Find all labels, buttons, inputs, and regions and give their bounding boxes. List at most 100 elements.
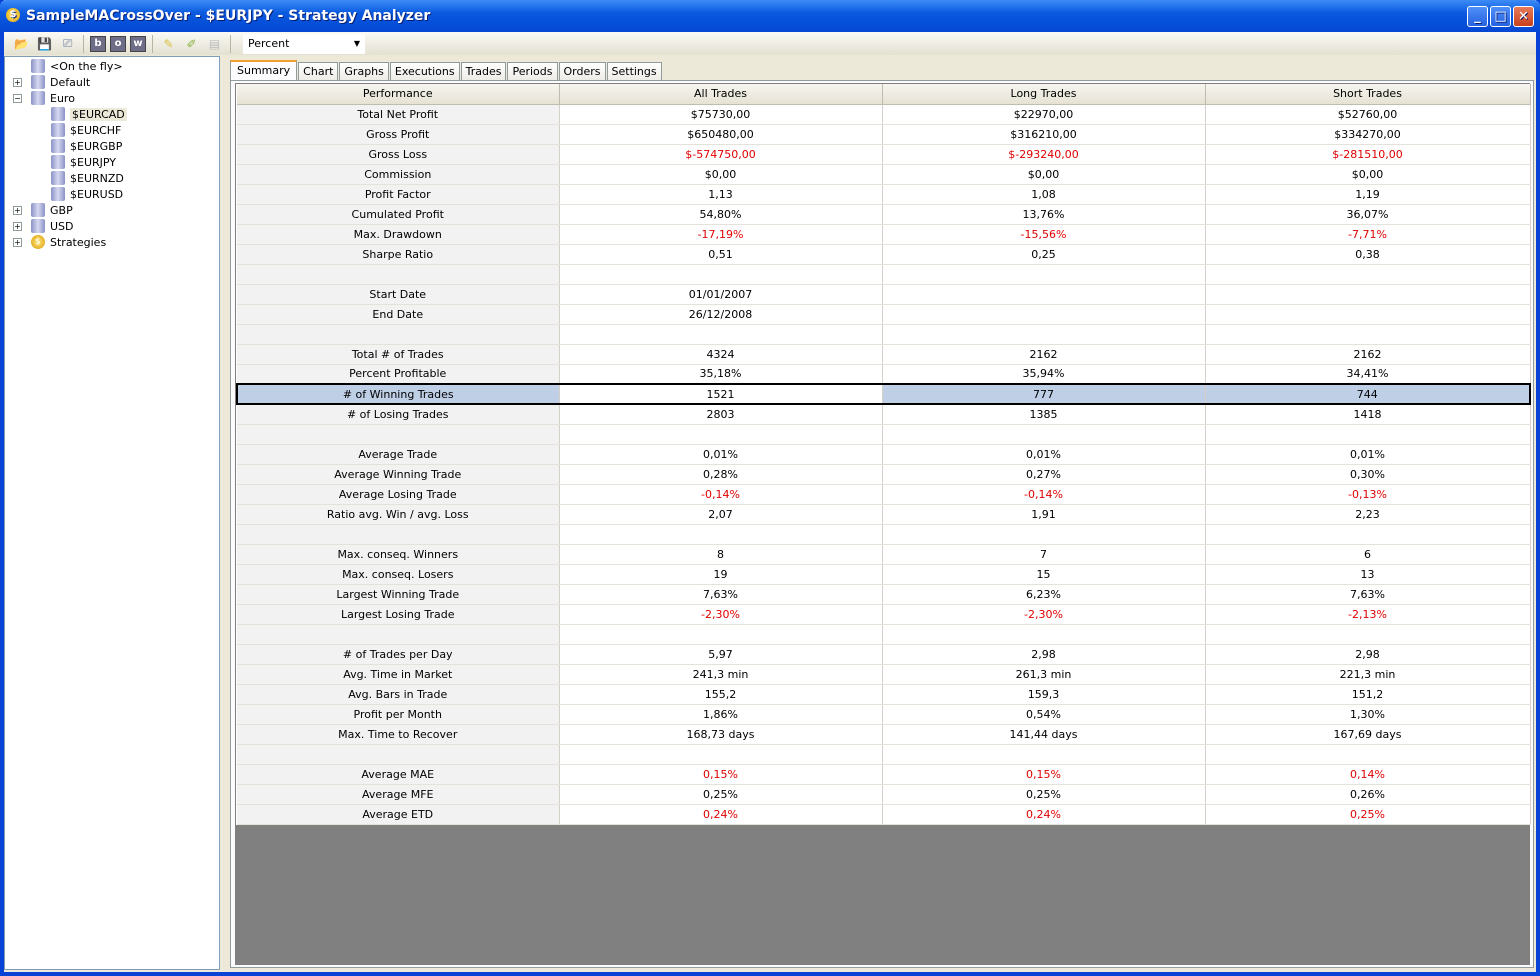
- w-button[interactable]: w: [130, 35, 146, 52]
- metric-label[interactable]: Sharpe Ratio: [237, 244, 560, 265]
- metric-value[interactable]: [1205, 264, 1531, 285]
- table-row[interactable]: Average Trade 0,01% 0,01% 0,01%: [237, 444, 1531, 465]
- table-row[interactable]: Max. conseq. Winners 8 7 6: [237, 544, 1531, 565]
- metric-value[interactable]: 261,3 min: [882, 664, 1206, 685]
- metric-value[interactable]: 35,94%: [882, 364, 1206, 385]
- metric-value[interactable]: 0,54%: [882, 704, 1206, 725]
- table-row[interactable]: Profit Factor 1,13 1,08 1,19: [237, 184, 1531, 205]
- metric-value[interactable]: [882, 264, 1206, 285]
- metric-value[interactable]: 0,38: [1205, 244, 1531, 265]
- metric-value[interactable]: [1205, 744, 1531, 765]
- notes-icon[interactable]: ✎: [159, 35, 178, 53]
- metric-value[interactable]: 6,23%: [882, 584, 1206, 605]
- metric-value[interactable]: 1,86%: [559, 704, 883, 725]
- metric-value[interactable]: $-574750,00: [559, 144, 883, 165]
- metric-label[interactable]: Average MAE: [237, 764, 560, 785]
- table-row[interactable]: Percent Profitable 35,18% 35,94% 34,41%: [237, 364, 1531, 385]
- metric-value[interactable]: 2,98: [1205, 644, 1531, 665]
- expand-icon[interactable]: +: [13, 222, 22, 231]
- metric-label[interactable]: Gross Profit: [237, 124, 560, 145]
- metric-value[interactable]: 2803: [559, 404, 883, 425]
- metric-label[interactable]: Profit Factor: [237, 184, 560, 205]
- tree-item[interactable]: $EURCAD: [51, 106, 127, 122]
- metric-label[interactable]: Max. conseq. Losers: [237, 564, 560, 585]
- metric-value[interactable]: [882, 284, 1206, 305]
- metric-value[interactable]: 4324: [559, 344, 883, 365]
- table-row[interactable]: [237, 264, 1531, 285]
- table-row[interactable]: Average MFE 0,25% 0,25% 0,26%: [237, 784, 1531, 805]
- metric-value[interactable]: $334270,00: [1205, 124, 1531, 145]
- metric-value[interactable]: [882, 324, 1206, 345]
- metric-value[interactable]: 19: [559, 564, 883, 585]
- metric-value[interactable]: $75730,00: [559, 104, 883, 125]
- table-row[interactable]: [237, 424, 1531, 445]
- edit-notes-icon[interactable]: ✐: [182, 35, 201, 53]
- metric-label[interactable]: Average ETD: [237, 804, 560, 825]
- metric-value[interactable]: 155,2: [559, 684, 883, 705]
- table-row[interactable]: Avg. Bars in Trade 155,2 159,3 151,2: [237, 684, 1531, 705]
- table-row[interactable]: Average MAE 0,15% 0,15% 0,14%: [237, 764, 1531, 785]
- metric-value[interactable]: 2,07: [559, 504, 883, 525]
- metric-value[interactable]: [882, 304, 1206, 325]
- metric-value[interactable]: 0,01%: [882, 444, 1206, 465]
- metric-label[interactable]: Total # of Trades: [237, 344, 560, 365]
- table-row[interactable]: Max. conseq. Losers 19 15 13: [237, 564, 1531, 585]
- table-row[interactable]: Sharpe Ratio 0,51 0,25 0,38: [237, 244, 1531, 265]
- metric-value[interactable]: [559, 324, 883, 345]
- close-button[interactable]: ✕: [1513, 6, 1534, 27]
- metric-value[interactable]: 168,73 days: [559, 724, 883, 745]
- table-row[interactable]: Largest Losing Trade -2,30% -2,30% -2,13%: [237, 604, 1531, 625]
- metric-value[interactable]: 0,01%: [559, 444, 883, 465]
- metric-value[interactable]: 1385: [882, 404, 1206, 425]
- metric-value[interactable]: 777: [882, 383, 1206, 405]
- metric-value[interactable]: 5,97: [559, 644, 883, 665]
- metric-label[interactable]: Max. conseq. Winners: [237, 544, 560, 565]
- metric-label[interactable]: Start Date: [237, 284, 560, 305]
- metric-value[interactable]: 0,25%: [1205, 804, 1531, 825]
- metric-label[interactable]: [237, 324, 560, 345]
- tab-trades[interactable]: Trades: [460, 62, 507, 81]
- metric-label[interactable]: Average Losing Trade: [237, 484, 560, 505]
- metric-label[interactable]: Avg. Bars in Trade: [237, 684, 560, 705]
- metric-value[interactable]: $22970,00: [882, 104, 1206, 125]
- metric-value[interactable]: 54,80%: [559, 204, 883, 225]
- tab-orders[interactable]: Orders: [558, 62, 606, 81]
- table-row[interactable]: Gross Profit $650480,00 $316210,00 $334270,…: [237, 124, 1531, 145]
- metric-value[interactable]: 1,13: [559, 184, 883, 205]
- metric-label[interactable]: [237, 624, 560, 645]
- save-icon[interactable]: 💾: [35, 35, 54, 53]
- metric-value[interactable]: 01/01/2007: [559, 284, 883, 305]
- metric-value[interactable]: 151,2: [1205, 684, 1531, 705]
- metric-label[interactable]: Largest Winning Trade: [237, 584, 560, 605]
- metric-value[interactable]: [1205, 524, 1531, 545]
- metric-value[interactable]: 1418: [1205, 404, 1531, 425]
- tree-item[interactable]: <On the fly>: [31, 58, 123, 74]
- metric-value[interactable]: $-281510,00: [1205, 144, 1531, 165]
- metric-value[interactable]: 241,3 min: [559, 664, 883, 685]
- metric-value[interactable]: 141,44 days: [882, 724, 1206, 745]
- tree-item[interactable]: $EURUSD: [51, 186, 123, 202]
- metric-value[interactable]: 0,28%: [559, 464, 883, 485]
- metric-label[interactable]: Total Net Profit: [237, 104, 560, 125]
- metric-value[interactable]: 2162: [1205, 344, 1531, 365]
- metric-label[interactable]: [237, 264, 560, 285]
- table-row[interactable]: [237, 624, 1531, 645]
- table-row[interactable]: End Date 26/12/2008: [237, 304, 1531, 325]
- metric-value[interactable]: -0,14%: [882, 484, 1206, 505]
- column-header-all-trades[interactable]: All Trades: [559, 84, 883, 105]
- metric-label[interactable]: Percent Profitable: [237, 364, 560, 385]
- metric-value[interactable]: 0,25%: [559, 784, 883, 805]
- metric-value[interactable]: [882, 524, 1206, 545]
- splitter[interactable]: [221, 56, 227, 970]
- table-row[interactable]: Avg. Time in Market 241,3 min 261,3 min 221…: [237, 664, 1531, 685]
- metric-value[interactable]: 7,63%: [1205, 584, 1531, 605]
- table-row[interactable]: [237, 524, 1531, 545]
- metric-value[interactable]: 0,25: [882, 244, 1206, 265]
- table-row[interactable]: Max. Drawdown -17,19% -15,56% -7,71%: [237, 224, 1531, 245]
- metric-value[interactable]: 0,27%: [882, 464, 1206, 485]
- metric-value[interactable]: [559, 744, 883, 765]
- metric-value[interactable]: $0,00: [882, 164, 1206, 185]
- metric-value[interactable]: 34,41%: [1205, 364, 1531, 385]
- tab-periods[interactable]: Periods: [507, 62, 558, 81]
- b-button[interactable]: b: [90, 35, 106, 52]
